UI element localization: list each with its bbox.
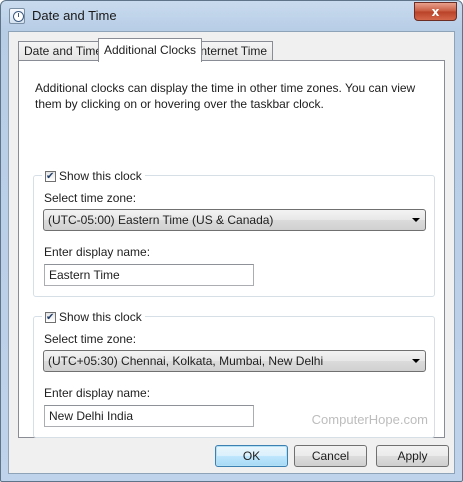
display-name-label: Enter display name: bbox=[44, 245, 151, 259]
display-name-label: Enter display name: bbox=[44, 386, 151, 400]
clock-group-1: Show this clock Select time zone: (UTC-0… bbox=[33, 168, 435, 297]
display-name-input-1[interactable]: Eastern Time bbox=[44, 264, 254, 286]
show-clock-2-checkbox[interactable]: Show this clock bbox=[42, 309, 145, 326]
title-bar[interactable]: Date and Time x bbox=[1, 1, 462, 31]
window-title: Date and Time bbox=[32, 8, 117, 23]
additional-clocks-panel: Additional clocks can display the time i… bbox=[18, 60, 445, 438]
show-clock-label: Show this clock bbox=[59, 169, 142, 183]
clock-icon bbox=[9, 8, 25, 24]
timezone-label: Select time zone: bbox=[44, 332, 137, 346]
tab-internet-time[interactable]: Internet Time bbox=[191, 41, 274, 61]
display-name-input-2[interactable]: New Delhi India bbox=[44, 405, 254, 427]
timezone-label: Select time zone: bbox=[44, 191, 137, 205]
show-clock-1-checkbox[interactable]: Show this clock bbox=[42, 168, 145, 185]
tab-additional-clocks[interactable]: Additional Clocks bbox=[98, 38, 203, 62]
intro-text: Additional clocks can display the time i… bbox=[35, 81, 416, 111]
timezone-select-2[interactable]: (UTC+05:30) Chennai, Kolkata, Mumbai, Ne… bbox=[43, 350, 426, 372]
checkbox-checked-icon[interactable] bbox=[45, 169, 56, 185]
apply-button[interactable]: Apply bbox=[376, 445, 449, 467]
dialog-client-area: Date and Time Additional Clocks Internet… bbox=[8, 31, 455, 474]
checkbox-checked-icon[interactable] bbox=[45, 310, 56, 326]
cancel-button[interactable]: Cancel bbox=[294, 445, 367, 467]
timezone-select-1[interactable]: (UTC-05:00) Eastern Time (US & Canada) bbox=[43, 209, 426, 231]
timezone-value: (UTC+05:30) Chennai, Kolkata, Mumbai, Ne… bbox=[48, 354, 324, 368]
timezone-value: (UTC-05:00) Eastern Time (US & Canada) bbox=[48, 213, 274, 227]
show-clock-label: Show this clock bbox=[59, 310, 142, 324]
chevron-down-icon bbox=[412, 218, 420, 222]
chevron-down-icon bbox=[412, 359, 420, 363]
close-button[interactable]: x bbox=[414, 2, 457, 21]
watermark: ComputerHope.com bbox=[311, 412, 428, 427]
ok-button[interactable]: OK bbox=[215, 445, 288, 467]
tab-date-and-time[interactable]: Date and Time bbox=[18, 41, 109, 61]
date-and-time-window: Date and Time x Date and Time Additional… bbox=[0, 0, 463, 482]
